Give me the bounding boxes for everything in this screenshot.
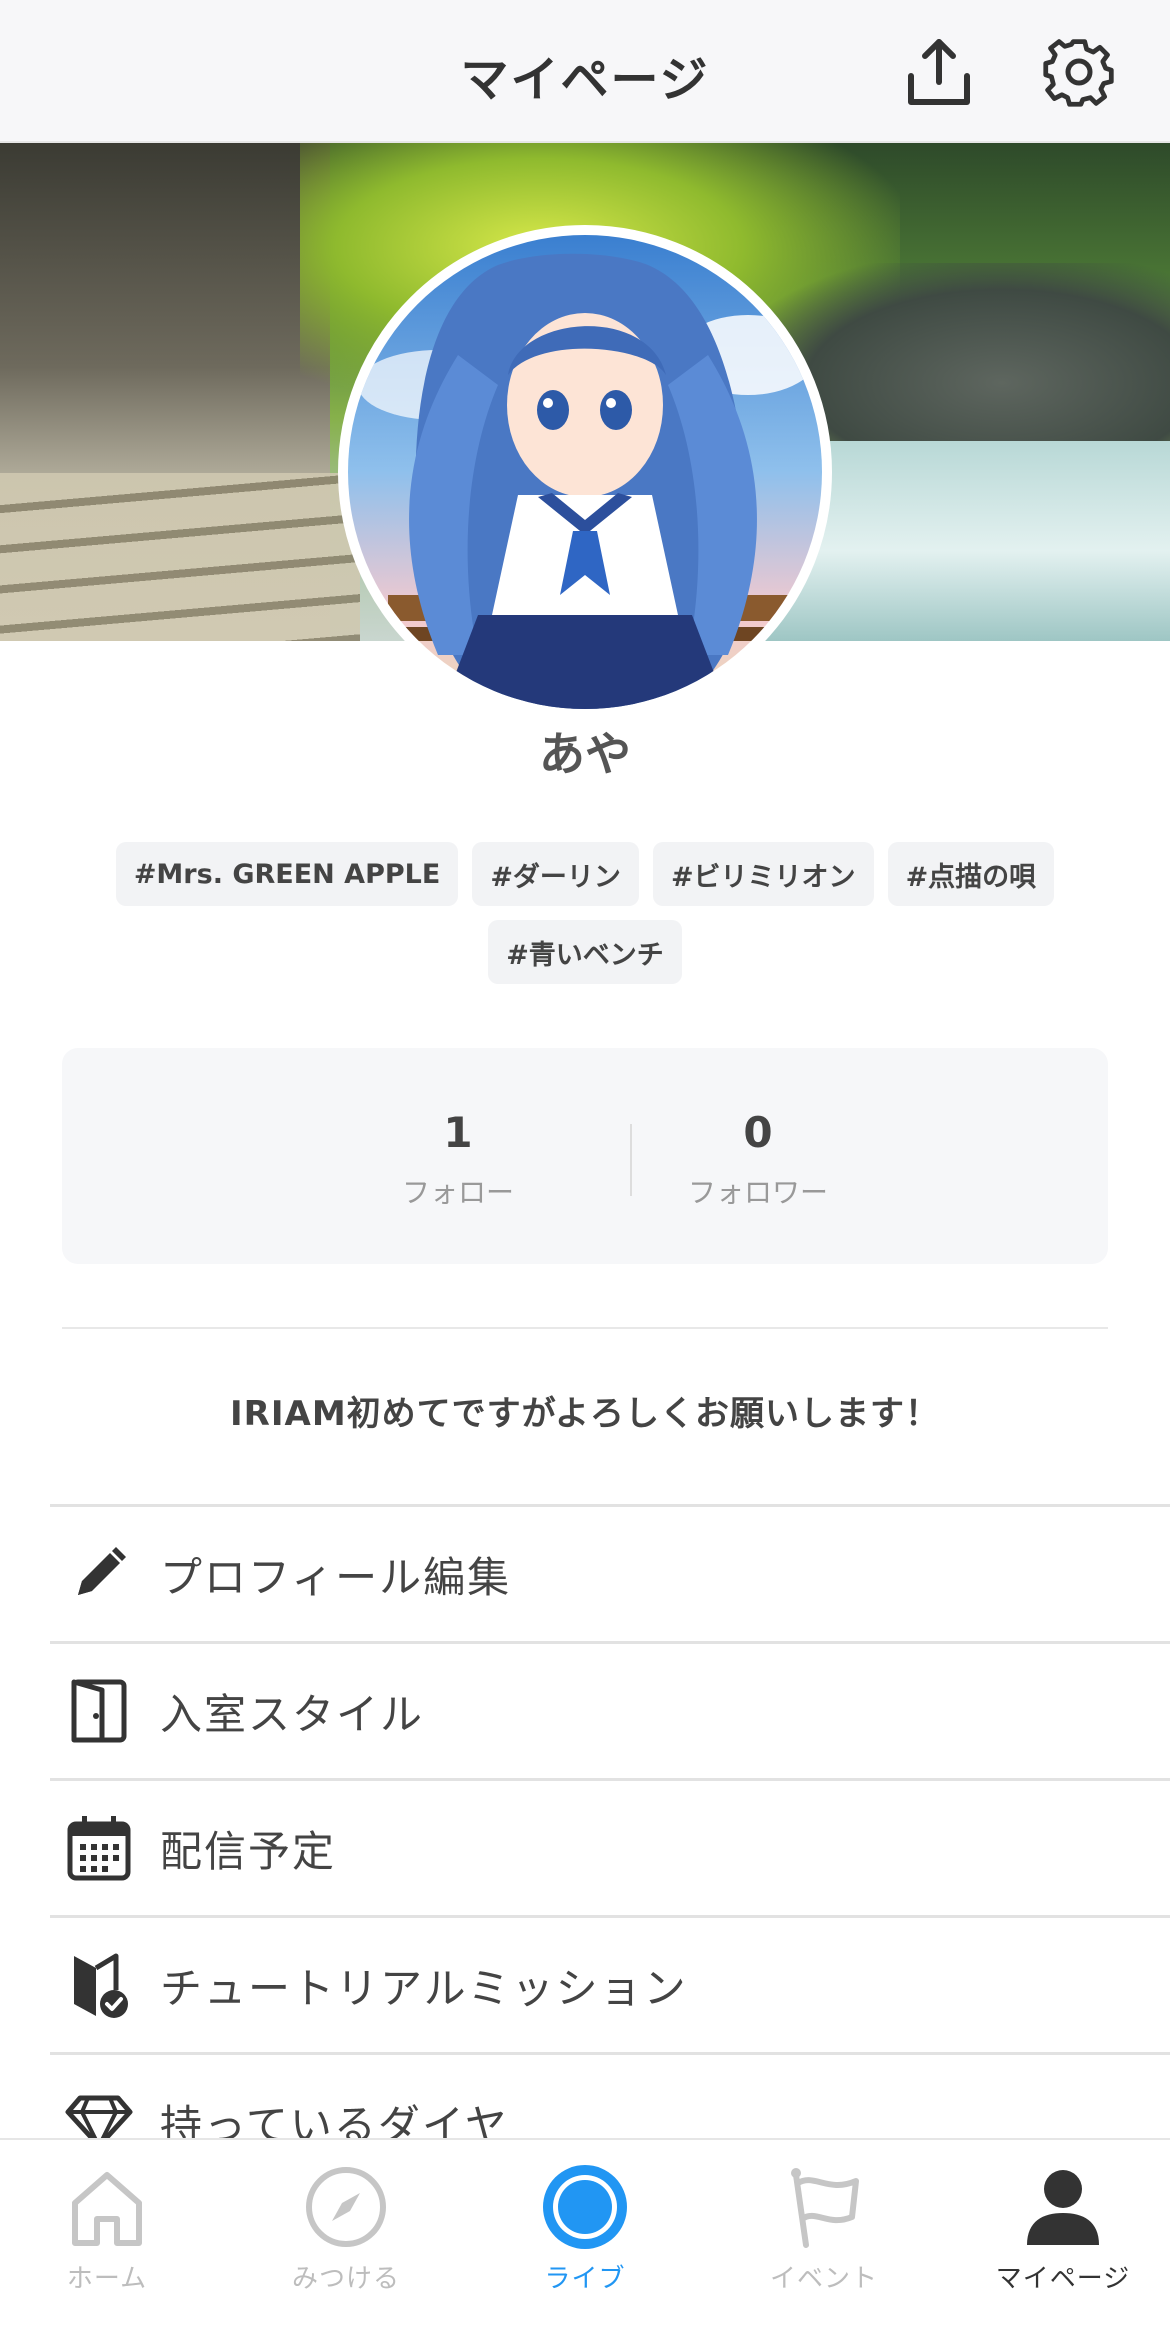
menu-item-label: プロフィール編集 <box>160 1552 512 1602</box>
tab-label: ライブ <box>544 2264 626 2294</box>
tab-home[interactable]: ホーム <box>7 2164 207 2314</box>
avatar-illustration <box>348 235 822 709</box>
profile-bio: IRIAM初めてですがよろしくお願いします！ <box>230 1394 940 1434</box>
tab-mypage[interactable]: マイページ <box>963 2164 1163 2314</box>
share-button[interactable] <box>897 30 981 114</box>
pencil-icon <box>64 1539 134 1609</box>
menu-item-entry-style[interactable]: 入室スタイル <box>50 1641 1170 1778</box>
app-header: マイページ <box>0 0 1170 143</box>
gear-icon <box>1043 39 1114 107</box>
tab-label: ホーム <box>66 2264 148 2294</box>
follower-count: 0 <box>743 1108 773 1157</box>
compass-icon <box>298 2164 394 2250</box>
tag-chip[interactable]: #Mrs. GREEN APPLE <box>115 842 459 906</box>
settings-button[interactable] <box>1037 30 1121 114</box>
tab-label: みつける <box>291 2264 400 2294</box>
menu-item-tutorial-mission[interactable]: チュートリアルミッション <box>50 1915 1170 2052</box>
stats-divider <box>630 1124 632 1196</box>
menu-item-stream-schedule[interactable]: 配信予定 <box>50 1778 1170 1915</box>
menu-item-label: チュートリアルミッション <box>160 1963 688 2013</box>
profile-menu: プロフィール編集 入室スタイル 配信予定 チュートリアルミッション 持っているダ… <box>50 1504 1170 2189</box>
calendar-icon <box>64 1813 134 1883</box>
tab-discover[interactable]: みつける <box>246 2164 446 2314</box>
follower-stat[interactable]: 0 フォロワー <box>638 1108 878 1211</box>
follow-label: フォロー <box>401 1176 514 1209</box>
follow-stat[interactable]: 1 フォロー <box>338 1108 578 1211</box>
tag-chip[interactable]: #ビリミリオン <box>652 842 874 906</box>
tag-chip[interactable]: #青いベンチ <box>488 920 682 984</box>
door-icon <box>64 1676 134 1746</box>
menu-item-label: 配信予定 <box>160 1826 337 1876</box>
tab-event[interactable]: イベント <box>724 2164 924 2314</box>
person-icon <box>1015 2164 1111 2250</box>
divider <box>62 1327 1108 1329</box>
follow-stats-card: 1 フォロー 0 フォロワー <box>62 1048 1108 1264</box>
avatar[interactable] <box>338 225 832 719</box>
tab-live[interactable]: ライブ <box>485 2164 685 2314</box>
page-title: マイページ <box>460 52 710 108</box>
follower-label: フォロワー <box>687 1176 828 1209</box>
share-icon <box>908 39 970 105</box>
profile-name: あや <box>539 727 631 781</box>
home-icon <box>59 2164 155 2250</box>
flag-icon <box>776 2164 872 2250</box>
tab-label: マイページ <box>995 2264 1131 2294</box>
menu-item-label: 入室スタイル <box>160 1689 425 1739</box>
tab-label: イベント <box>769 2264 878 2294</box>
bottom-tab-bar: ホーム みつける ライブ イベント マイページ <box>0 2138 1170 2338</box>
tag-list: #Mrs. GREEN APPLE #ダーリン #ビリミリオン #点描の唄 #青… <box>60 842 1110 984</box>
beginner-badge-icon <box>64 1950 134 2020</box>
menu-item-edit-profile[interactable]: プロフィール編集 <box>50 1504 1170 1641</box>
tag-chip[interactable]: #ダーリン <box>472 842 639 906</box>
follow-count: 1 <box>443 1108 473 1157</box>
tag-chip[interactable]: #点描の唄 <box>887 842 1055 906</box>
live-icon <box>537 2164 633 2250</box>
